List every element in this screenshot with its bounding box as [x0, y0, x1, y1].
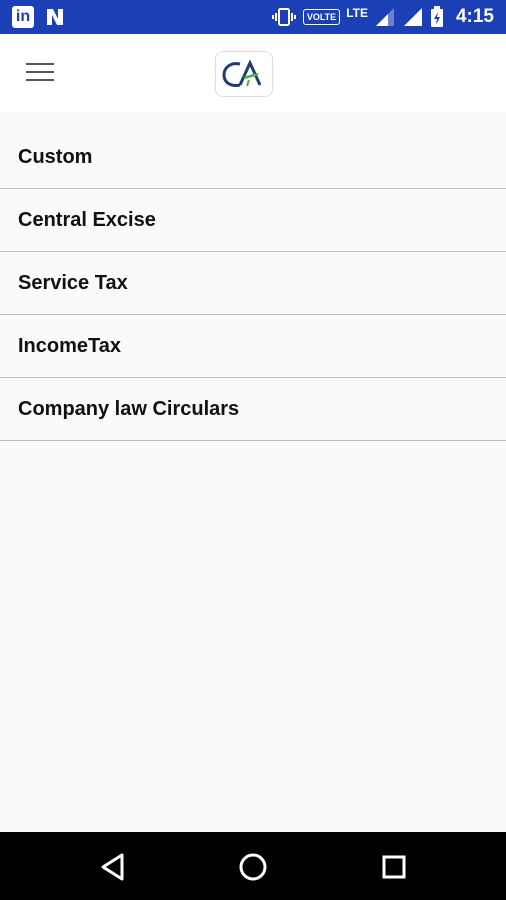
volte-badge: VOLTE — [302, 9, 341, 25]
clock-time: 4:15 — [455, 6, 494, 27]
list-item-central-excise[interactable]: Central Excise — [0, 189, 506, 252]
list-item-income-tax[interactable]: IncomeTax — [0, 315, 506, 378]
home-icon[interactable] — [236, 850, 270, 884]
list-item-company-law-circulars[interactable]: Company law Circulars — [0, 378, 506, 441]
list-item-label: Custom — [18, 145, 93, 168]
ca-logo-mark — [222, 59, 262, 87]
linkedin-icon: in — [12, 6, 34, 28]
ca-logo — [215, 51, 273, 97]
list-item-label: Central Excise — [18, 208, 156, 231]
status-left-icons: in — [12, 6, 66, 28]
lte-label: LTE — [346, 6, 368, 20]
hamburger-icon[interactable] — [26, 63, 54, 83]
signal-strength-icon — [375, 8, 394, 26]
system-nav-bar — [0, 832, 506, 900]
back-icon[interactable] — [97, 850, 131, 884]
list-item-label: Service Tax — [18, 271, 128, 294]
list-item-label: IncomeTax — [18, 334, 121, 357]
app-bar — [0, 34, 506, 112]
battery-charging-icon — [430, 6, 443, 27]
recents-icon[interactable] — [377, 850, 411, 884]
list-item-custom[interactable]: Custom — [0, 126, 506, 189]
status-right-icons: VOLTE LTE 4:15 — [271, 5, 494, 29]
list-item-service-tax[interactable]: Service Tax — [0, 252, 506, 315]
status-bar: in VOLTE LTE 4:15 — [0, 0, 506, 34]
signal-strength-icon-2 — [403, 8, 422, 26]
vibrate-icon — [271, 8, 296, 26]
category-list: Custom Central Excise Service Tax Income… — [0, 126, 506, 441]
n-notification-icon — [47, 9, 63, 25]
list-item-label: Company law Circulars — [18, 397, 240, 420]
